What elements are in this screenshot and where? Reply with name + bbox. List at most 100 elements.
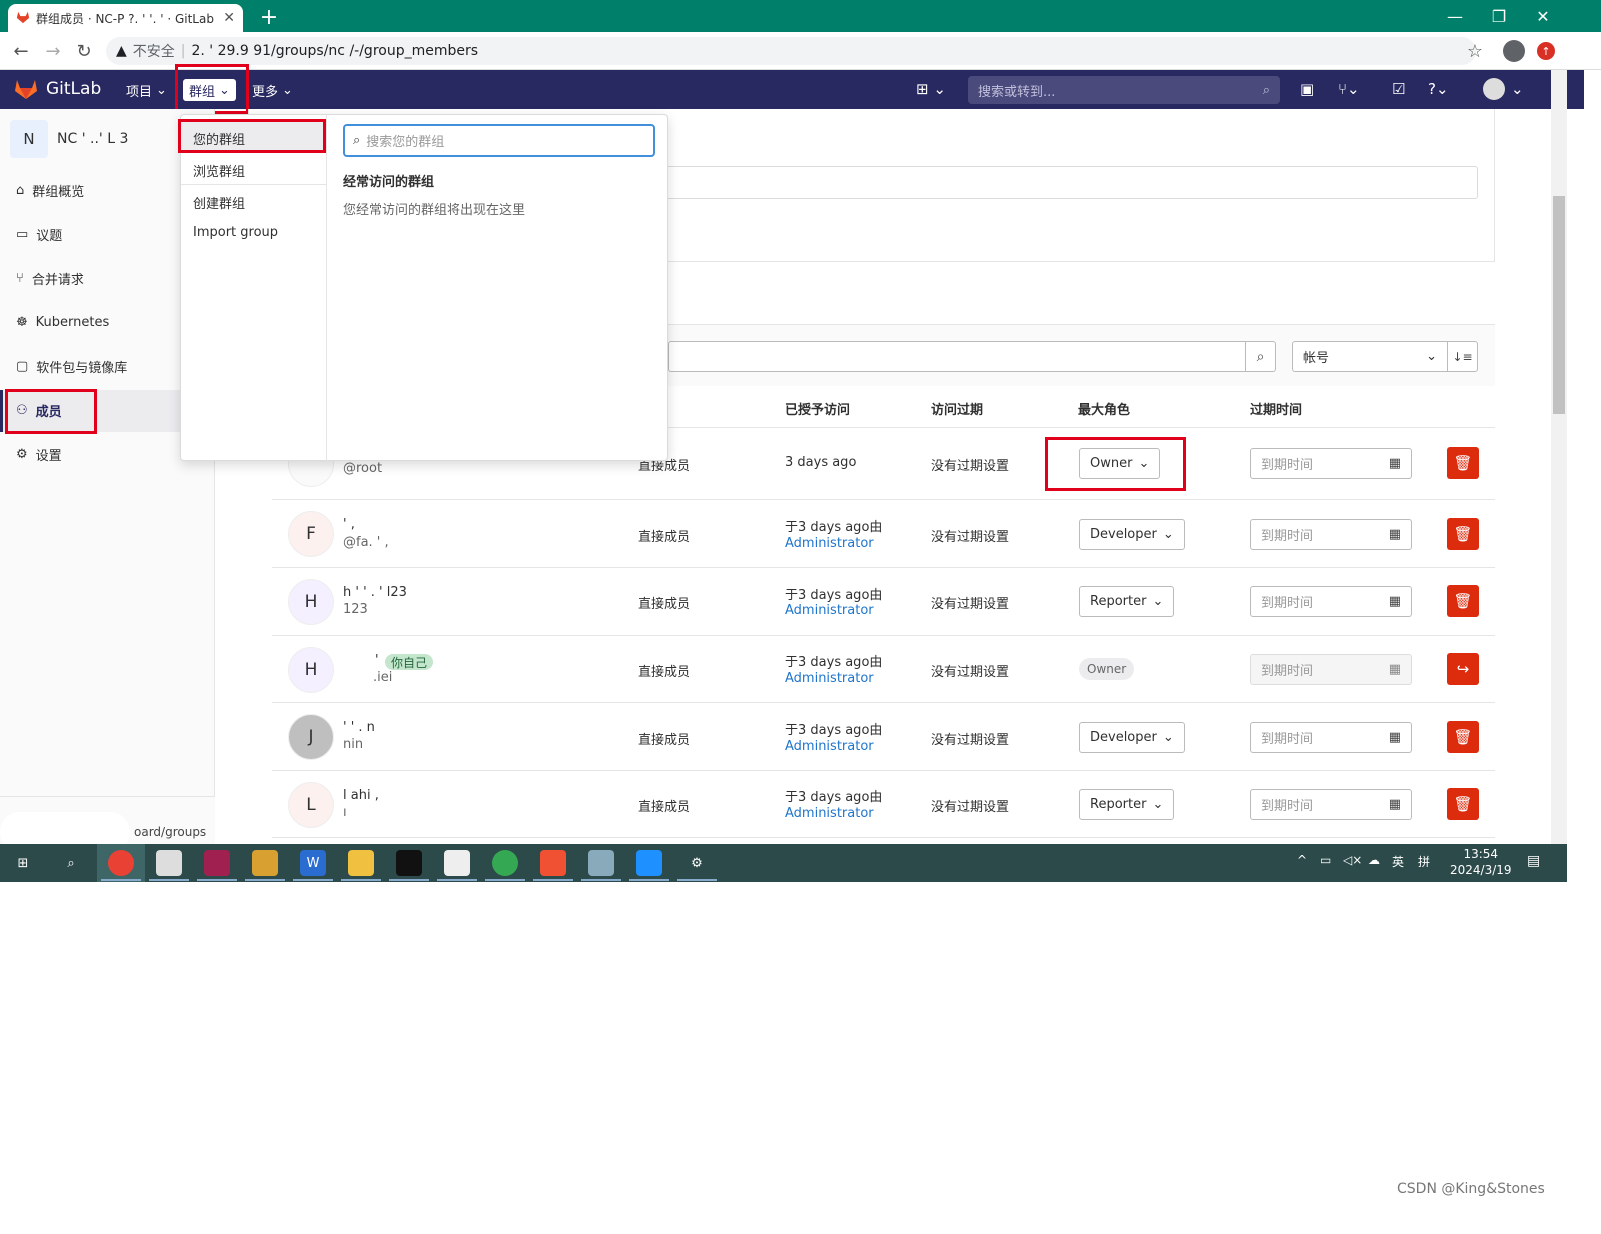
windows-start-icon[interactable]: ⊞ [10, 850, 36, 876]
taskbar-clock[interactable]: 13:54 2024/3/19 [1450, 846, 1512, 878]
cloud-icon[interactable]: ☁ [1368, 853, 1380, 867]
expiration-date-input[interactable]: 到期时间 ▦ [1250, 586, 1412, 617]
sidebar-item-settings[interactable]: ⚙ 设置 [16, 444, 62, 464]
reload-icon[interactable]: ↻ [72, 39, 96, 63]
image-viewer-icon[interactable] [444, 850, 470, 876]
minimize-icon[interactable]: — [1432, 0, 1478, 32]
git-icon[interactable] [540, 850, 566, 876]
member-filter-input[interactable] [668, 341, 1246, 372]
granted-by-link[interactable]: Administrator [785, 806, 874, 821]
granted-by-link[interactable]: Administrator [785, 671, 874, 686]
avatar[interactable]: J [288, 714, 334, 760]
sidebar-item-packages[interactable]: ▢ 软件包与镜像库 [16, 356, 127, 376]
chrome-icon[interactable] [108, 850, 134, 876]
member-username: nin [343, 737, 364, 752]
help-icon[interactable]: ?⌄ [1428, 80, 1449, 98]
issues-nav-icon[interactable]: ▣ [1300, 80, 1314, 98]
remove-member-button[interactable]: 🗑 [1447, 447, 1479, 479]
expiration-date-input[interactable]: 到期时间 ▦ [1250, 789, 1412, 820]
new-item-icon[interactable]: ⊞ ⌄ [916, 80, 946, 98]
menu-more[interactable]: 更多 ⌄ [252, 79, 293, 101]
tray-chevron-up-icon[interactable]: ^ [1297, 853, 1307, 867]
todos-icon[interactable]: ☑ [1392, 80, 1405, 98]
palette-icon[interactable] [588, 850, 614, 876]
ime-mode-label[interactable]: 拼 [1418, 853, 1430, 870]
word-icon[interactable]: W [300, 850, 326, 876]
role-dropdown[interactable]: Reporter ⌄ [1079, 789, 1175, 820]
paint-icon[interactable] [156, 850, 182, 876]
sidebar-item-merge-requests[interactable]: ⑂ 合并请求 [16, 268, 84, 288]
member-username[interactable]: @root [343, 461, 382, 476]
granted-by-link[interactable]: Administrator [785, 739, 874, 754]
sidebar-item-kubernetes[interactable]: ☸ Kubernetes [16, 312, 109, 332]
page-scrollbar[interactable] [1551, 70, 1567, 844]
role-dropdown[interactable]: Reporter ⌄ [1079, 586, 1175, 617]
remove-member-button[interactable]: 🗑 [1447, 788, 1479, 820]
app-icon[interactable] [204, 850, 230, 876]
member-name[interactable]: ' ' . n [343, 720, 375, 735]
granted-by-link[interactable]: Administrator [785, 536, 874, 551]
feishu-icon[interactable] [636, 850, 662, 876]
group-search-input[interactable]: ⌕ 搜索您的群组 [343, 124, 655, 157]
member-username: .iei [373, 670, 393, 685]
member-name[interactable]: ' [375, 653, 379, 668]
new-tab-button[interactable]: + [255, 4, 283, 30]
browser-tab[interactable]: 群组成员 · NC-P ?. ' '. ' · GitLab ✕ [8, 4, 243, 32]
member-name[interactable]: l ahi , [343, 788, 379, 803]
merge-requests-nav-icon[interactable]: ⑂⌄ [1338, 80, 1360, 98]
restore-icon[interactable]: ❐ [1476, 0, 1522, 32]
expiration-date-input[interactable]: 到期时间 ▦ [1250, 448, 1412, 479]
update-icon[interactable]: ↑ [1537, 42, 1555, 60]
role-dropdown[interactable]: Developer ⌄ [1079, 519, 1185, 550]
user-avatar-icon[interactable] [1483, 78, 1505, 100]
forward-icon[interactable]: → [41, 39, 65, 63]
sort-direction-button[interactable]: ↓≡ [1447, 341, 1478, 372]
close-window-icon[interactable]: ✕ [1520, 0, 1566, 32]
dropdown-item-create-group[interactable]: 创建群组 [193, 193, 245, 212]
expiration-date-input[interactable]: 到期时间 ▦ [1250, 519, 1412, 550]
menu-projects[interactable]: 项目 ⌄ [126, 79, 167, 101]
expiration-date-input[interactable]: 到期时间 ▦ [1250, 722, 1412, 753]
volume-mute-icon[interactable]: ◁× [1343, 853, 1362, 867]
chevron-down-icon[interactable]: ⌄ [1511, 80, 1524, 98]
avatar[interactable]: F [288, 511, 334, 557]
profile-avatar-icon[interactable] [1503, 40, 1525, 62]
gitlab-logo[interactable]: GitLab [14, 78, 101, 100]
bookmark-star-icon[interactable]: ☆ [1463, 39, 1487, 63]
avatar[interactable]: H [288, 647, 334, 693]
notification-icon[interactable]: ▤ [1527, 853, 1540, 869]
granted-by-link[interactable]: Administrator [785, 603, 874, 618]
gear-icon[interactable]: ⚙ [684, 850, 710, 876]
filter-search-button[interactable]: ⌕ [1245, 341, 1276, 372]
search-icon[interactable]: ⌕ [58, 850, 84, 876]
folder-icon[interactable] [348, 850, 374, 876]
global-search-input[interactable]: 搜索或转到... ⌕ [968, 76, 1280, 104]
book-icon[interactable] [252, 850, 278, 876]
chrome-icon[interactable] [492, 850, 518, 876]
avatar[interactable]: L [288, 782, 334, 828]
remove-member-button[interactable]: 🗑 [1447, 518, 1479, 550]
ime-label[interactable]: 英 [1392, 853, 1404, 870]
avatar[interactable]: H [288, 579, 334, 625]
member-name[interactable]: h ' ' . ' l23 [343, 585, 407, 600]
back-icon[interactable]: ← [9, 39, 33, 63]
intellij-icon[interactable] [396, 850, 422, 876]
group-name[interactable]: NC ' ..' L 3 [57, 131, 128, 147]
member-name[interactable]: ' , [343, 517, 355, 532]
sidebar-item-issues[interactable]: ▭ 议题 [16, 224, 62, 244]
sort-select[interactable]: 帐号 ⌄ [1292, 341, 1448, 372]
remove-member-button[interactable]: 🗑 [1447, 721, 1479, 753]
group-avatar[interactable]: N [10, 120, 48, 158]
sidebar-item-overview[interactable]: ⌂ 群组概览 [16, 180, 84, 200]
remove-member-button[interactable]: 🗑 [1447, 585, 1479, 617]
dropdown-item-import-group[interactable]: Import group [193, 225, 278, 240]
close-tab-icon[interactable]: ✕ [223, 10, 235, 26]
date-placeholder: 到期时间 [1261, 664, 1314, 679]
network-icon[interactable]: ▭ [1320, 853, 1331, 867]
address-bar[interactable]: ▲ 不安全 | 2. ' 29.9 91/groups/nc /-/group_… [106, 37, 1476, 65]
invite-input[interactable] [640, 166, 1478, 199]
leave-group-button[interactable]: ↪ [1447, 653, 1479, 685]
role-dropdown[interactable]: Developer ⌄ [1079, 722, 1185, 753]
dropdown-item-explore-groups[interactable]: 浏览群组 [193, 161, 245, 180]
scrollbar-thumb[interactable] [1553, 196, 1565, 414]
